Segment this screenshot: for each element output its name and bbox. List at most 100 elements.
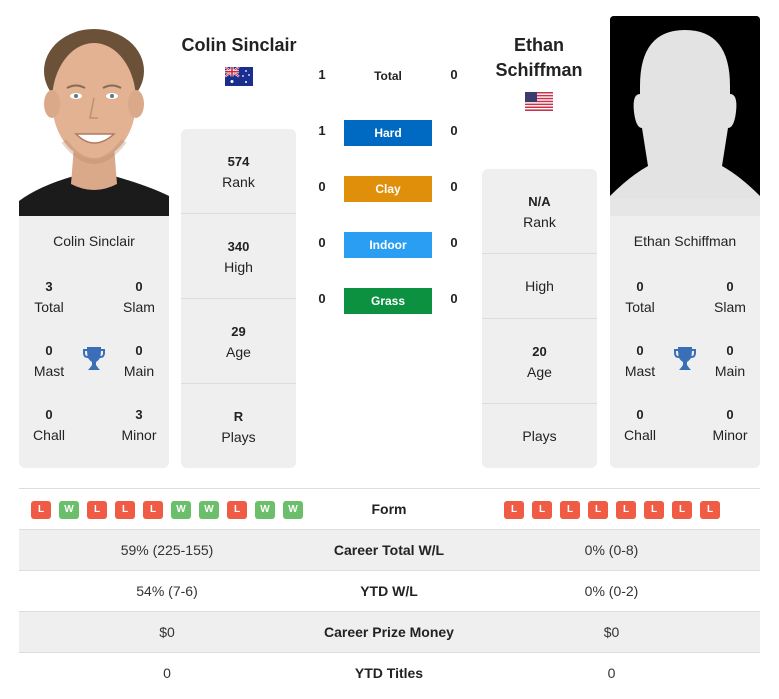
title-value: 0 xyxy=(45,407,53,422)
titles-minor: 0 Minor xyxy=(700,405,760,445)
form-loss-badge[interactable]: L xyxy=(588,501,608,519)
title-label: Slam xyxy=(714,299,746,315)
stat-age: 29 Age xyxy=(181,299,296,384)
title-value: 0 xyxy=(636,343,644,358)
form-loss-badge[interactable]: L xyxy=(87,501,107,519)
surface-grass-badge: Grass xyxy=(344,288,432,314)
stat-label: Age xyxy=(226,344,251,360)
player-left-card-name: Colin Sinclair xyxy=(53,233,135,249)
titles-slam: 0 Slam xyxy=(109,277,169,317)
player-right-name[interactable]: Ethan Schiffman xyxy=(480,33,598,83)
title-value: 3 xyxy=(135,407,143,422)
table-row: 59% (225-155) Career Total W/L 0% (0-8) xyxy=(19,529,760,570)
form-win-badge[interactable]: W xyxy=(199,501,219,519)
stat-value: 20 xyxy=(532,344,547,359)
form-loss-badge[interactable]: L xyxy=(227,501,247,519)
title-value: 0 xyxy=(726,407,734,422)
player-left-titles-card: Colin Sinclair 3 Total 0 Slam 0 Mast 0 M… xyxy=(19,216,169,468)
stat-value: 29 xyxy=(231,324,246,339)
form-loss-badge[interactable]: L xyxy=(644,501,664,519)
h2h-total-left: 1 xyxy=(318,67,326,82)
form-loss-badge[interactable]: L xyxy=(115,501,135,519)
stat-rank: 574 Rank xyxy=(181,129,296,214)
title-label: Total xyxy=(34,299,64,315)
player-left-stats: 574 Rank 340 High 29 Age R Plays xyxy=(181,129,296,468)
right-value: $0 xyxy=(603,624,620,640)
right-value: 0 xyxy=(607,665,616,681)
form-loss-badge[interactable]: L xyxy=(560,501,580,519)
surface-clay-badge: Clay xyxy=(344,176,432,202)
form-win-badge[interactable]: W xyxy=(59,501,79,519)
h2h-indoor-left: 0 xyxy=(318,235,326,250)
stat-label: High xyxy=(224,259,253,275)
stat-label: Plays xyxy=(221,429,256,445)
form-label: Form xyxy=(371,501,407,517)
trophy-icon xyxy=(673,346,697,372)
australia-flag-icon xyxy=(224,66,253,86)
player-right-photo-placeholder xyxy=(610,16,760,216)
titles-total: 0 Total xyxy=(610,277,670,317)
title-value: 0 xyxy=(135,279,143,294)
player-left-form: LWLLLWWLWW xyxy=(31,501,303,519)
form-loss-badge[interactable]: L xyxy=(672,501,692,519)
stat-value: R xyxy=(233,409,244,424)
title-value: 3 xyxy=(45,279,53,294)
table-row: 0 YTD Titles 0 xyxy=(19,652,760,693)
titles-minor: 3 Minor xyxy=(109,405,169,445)
h2h-hard-left: 1 xyxy=(318,123,326,138)
titles-total: 3 Total xyxy=(19,277,79,317)
h2h-hard-right: 0 xyxy=(450,123,458,138)
stat-high: 340 High xyxy=(181,214,296,299)
title-label: Total xyxy=(625,299,655,315)
titles-main: 0 Main xyxy=(109,341,169,381)
left-value: 54% (7-6) xyxy=(136,583,198,599)
titles-slam: 0 Slam xyxy=(700,277,760,317)
title-label: Mast xyxy=(33,363,65,379)
stat-value: 340 xyxy=(227,239,250,254)
titles-chall: 0 Chall xyxy=(19,405,79,445)
stat-plays: Plays xyxy=(482,404,597,468)
form-loss-badge[interactable]: L xyxy=(143,501,163,519)
row-label: Career Prize Money xyxy=(324,624,454,640)
player-left-name[interactable]: Colin Sinclair xyxy=(175,33,303,58)
form-win-badge[interactable]: W xyxy=(171,501,191,519)
title-value: 0 xyxy=(45,343,53,358)
trophy-icon xyxy=(82,346,106,372)
stat-label: Rank xyxy=(222,174,255,190)
form-win-badge[interactable]: W xyxy=(283,501,303,519)
stat-label: High xyxy=(525,278,554,294)
title-value: 0 xyxy=(135,343,143,358)
left-value: $0 xyxy=(159,624,175,640)
title-label: Minor xyxy=(121,427,157,443)
form-win-badge[interactable]: W xyxy=(255,501,275,519)
stat-high: High xyxy=(482,254,597,319)
form-loss-badge[interactable]: L xyxy=(31,501,51,519)
form-loss-badge[interactable]: L xyxy=(532,501,552,519)
form-loss-badge[interactable]: L xyxy=(504,501,524,519)
player-right-card-name: Ethan Schiffman xyxy=(633,233,737,249)
player-right-name-line1: Ethan xyxy=(513,35,564,55)
titles-main: 0 Main xyxy=(700,341,760,381)
form-loss-badge[interactable]: L xyxy=(616,501,636,519)
row-label: YTD W/L xyxy=(360,583,418,599)
row-label: YTD Titles xyxy=(354,665,424,681)
stat-plays: R Plays xyxy=(181,384,296,468)
title-label: Chall xyxy=(33,427,65,443)
h2h-indoor-right: 0 xyxy=(450,235,458,250)
titles-mast: 0 Mast xyxy=(19,341,79,381)
titles-chall: 0 Chall xyxy=(610,405,670,445)
right-value: 0% (0-2) xyxy=(584,583,639,599)
title-label: Main xyxy=(123,363,155,379)
h2h-grass-right: 0 xyxy=(450,291,458,306)
player-left-photo xyxy=(19,16,169,216)
stat-age: 20 Age xyxy=(482,319,597,404)
title-value: 0 xyxy=(636,279,644,294)
usa-flag-icon xyxy=(525,92,553,111)
title-value: 0 xyxy=(636,407,644,422)
player-right-stats: N/A Rank High 20 Age Plays xyxy=(482,169,597,468)
title-label: Mast xyxy=(624,363,656,379)
stat-label: Age xyxy=(527,364,552,380)
form-row: LWLLLWWLWW Form LLLLLLLL xyxy=(19,488,760,529)
h2h-grass-left: 0 xyxy=(318,291,326,306)
form-loss-badge[interactable]: L xyxy=(700,501,720,519)
